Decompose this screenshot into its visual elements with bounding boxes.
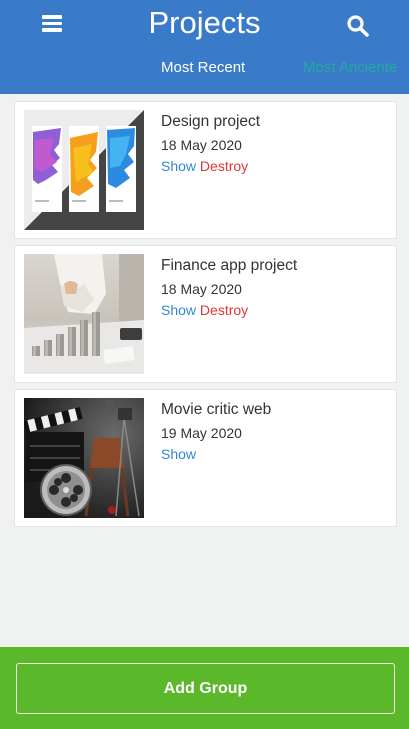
footer-bar: Add Group — [0, 647, 409, 729]
project-card: Finance app project 18 May 2020 Show Des… — [14, 245, 397, 383]
search-icon[interactable] — [346, 14, 370, 38]
project-date: 18 May 2020 — [161, 281, 242, 297]
show-link[interactable]: Show — [161, 446, 196, 462]
project-card: Movie critic web 19 May 2020 Show — [14, 389, 397, 527]
coin-stacks-image — [24, 254, 144, 374]
project-date: 19 May 2020 — [161, 425, 242, 441]
tab-most-recent[interactable]: Most Recent — [161, 59, 245, 76]
tab-most-ancient[interactable]: Most Anciente — [303, 59, 397, 76]
film-clapper-image — [24, 398, 144, 518]
project-date: 18 May 2020 — [161, 137, 242, 153]
project-title: Design project — [161, 113, 261, 130]
add-group-button[interactable]: Add Group — [16, 663, 395, 714]
project-actions: Show — [161, 446, 196, 462]
project-title: Movie critic web — [161, 401, 272, 418]
show-link[interactable]: Show — [161, 158, 196, 174]
show-link[interactable]: Show — [161, 302, 196, 318]
project-title: Finance app project — [161, 257, 298, 274]
project-card: Design project 18 May 2020 Show Destroy — [14, 101, 397, 239]
project-actions: Show Destroy — [161, 302, 248, 318]
app-header: Projects Most Recent Most Anciente — [0, 0, 409, 94]
project-actions: Show Destroy — [161, 158, 248, 174]
destroy-link[interactable]: Destroy — [200, 158, 248, 174]
destroy-link[interactable]: Destroy — [200, 302, 248, 318]
design-banners-image — [24, 110, 144, 230]
